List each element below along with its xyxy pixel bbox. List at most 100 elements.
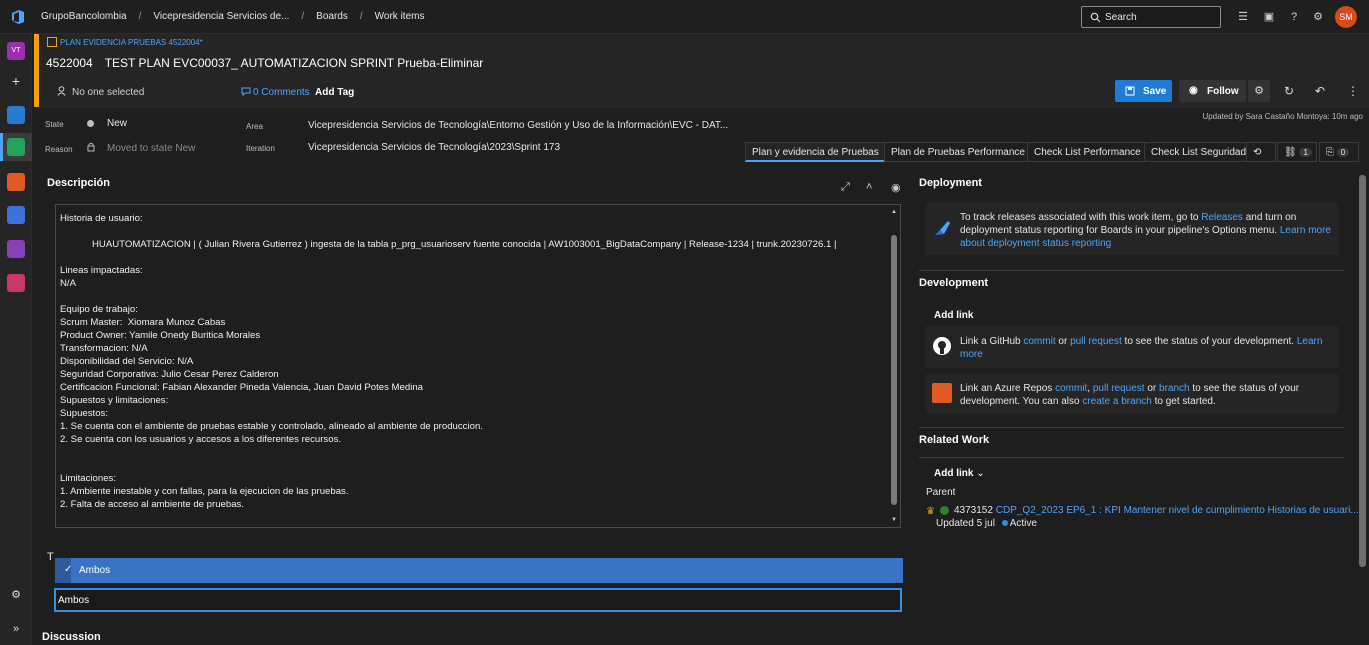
attachments-count: 0: [1336, 148, 1350, 157]
add-icon[interactable]: +: [7, 72, 25, 90]
parent-updated: Updated 5 jul: [936, 518, 995, 529]
save-icon: [1125, 86, 1135, 96]
state-label: State: [45, 120, 64, 129]
development-heading: Development: [919, 277, 989, 289]
project-settings-icon[interactable]: ⚙: [7, 586, 25, 604]
breadcrumb-org[interactable]: GrupoBancolombia: [41, 11, 127, 22]
combo-input[interactable]: Ambos: [54, 588, 902, 612]
refresh-icon[interactable]: ↻: [1284, 84, 1294, 98]
reason-field[interactable]: Moved to state New: [107, 143, 195, 154]
artifacts-icon[interactable]: [7, 274, 25, 292]
page-scrollbar[interactable]: [1358, 163, 1367, 645]
breadcrumb-project[interactable]: Vicepresidencia Servicios de...: [153, 11, 289, 22]
tab-plan-evidencia[interactable]: Plan y evidencia de Pruebas: [745, 142, 886, 162]
github-text-pre: Link a GitHub: [960, 336, 1024, 347]
github-card: Link a GitHub commit or pull request to …: [926, 326, 1338, 368]
iteration-field[interactable]: Vicepresidencia Servicios de Tecnología\…: [308, 142, 560, 153]
tab-links[interactable]: ⛓ 1: [1277, 142, 1317, 162]
expand-nav-icon[interactable]: »: [7, 620, 25, 638]
tab-plan-performance[interactable]: Plan de Pruebas Performance: [884, 142, 1032, 162]
dropdown-options: ✓ Ambos: [55, 558, 903, 583]
create-branch-link[interactable]: create a branch: [1082, 396, 1152, 407]
maximize-icon[interactable]: ⤢: [841, 181, 850, 194]
divider: [919, 457, 1344, 458]
description-editor[interactable]: Historia de usuario: HUAUTOMATIZACION | …: [55, 204, 901, 528]
reason-label: Reason: [45, 145, 73, 154]
azure-commit-link[interactable]: commit: [1055, 383, 1087, 394]
description-scrollbar[interactable]: ▲ ▼: [890, 207, 898, 525]
add-tag-button[interactable]: Add Tag: [315, 87, 354, 98]
parent-meta: Updated 5 jul Active: [936, 517, 1037, 530]
undo-icon[interactable]: ↶: [1315, 84, 1325, 98]
parent-title-link[interactable]: CDP_Q2_2023 EP6_1 : KPI Mantener nivel d…: [996, 505, 1359, 516]
project-avatar[interactable]: VT: [7, 42, 25, 60]
deployment-text-pre: To track releases associated with this w…: [960, 212, 1202, 223]
scroll-up-icon[interactable]: ▲: [891, 209, 897, 215]
marketplace-bag-icon[interactable]: ▣: [1262, 10, 1276, 24]
github-commit-link[interactable]: commit: [1023, 336, 1055, 347]
breadcrumb-work-items[interactable]: Work items: [375, 11, 425, 22]
azure-repos-text: Link an Azure Repos commit, pull request…: [960, 382, 1332, 408]
history-icon[interactable]: ⟲: [1246, 142, 1276, 162]
github-text-post: to see the status of your development.: [1121, 336, 1297, 347]
azure-branch-link[interactable]: branch: [1159, 383, 1190, 394]
collapse-chevron-icon[interactable]: ˄: [866, 181, 872, 193]
azure-text-post: to get started.: [1151, 396, 1216, 407]
task-list-icon[interactable]: ☰: [1236, 10, 1250, 24]
test-plans-icon[interactable]: [7, 240, 25, 258]
epic-icon: [940, 506, 949, 515]
scroll-down-icon[interactable]: ▼: [891, 517, 897, 523]
avatar[interactable]: SM: [1335, 6, 1357, 28]
releases-link[interactable]: Releases: [1201, 212, 1243, 223]
scroll-thumb[interactable]: [891, 235, 897, 505]
pipelines-icon[interactable]: [7, 206, 25, 224]
visibility-icon[interactable]: ◉: [891, 181, 901, 194]
more-actions-icon[interactable]: ⋮: [1347, 84, 1359, 98]
follow-button[interactable]: ◉ Follow: [1179, 80, 1246, 102]
parent-state: Active: [1009, 518, 1037, 529]
lock-icon: [87, 142, 95, 152]
save-button[interactable]: Save: [1115, 80, 1172, 102]
repos-icon[interactable]: [7, 173, 25, 191]
links-count: 1: [1299, 148, 1312, 157]
tab-attachments[interactable]: ⎘ 0: [1319, 142, 1359, 162]
help-icon[interactable]: ?: [1287, 10, 1301, 24]
work-item-id: 4522004: [46, 56, 93, 70]
rocket-icon: [935, 221, 950, 235]
link-icon: ⛓: [1284, 147, 1297, 158]
azure-pr-link[interactable]: pull request: [1093, 383, 1145, 394]
breadcrumb-boards[interactable]: Boards: [316, 11, 348, 22]
work-item-fields: Updated by Sara Castaño Montoya: 10m ago…: [39, 108, 1369, 162]
parent-id: 4373152: [954, 505, 993, 516]
breadcrumb-separator: /: [138, 11, 142, 22]
parent-item[interactable]: 4373152 CDP_Q2_2023 EP6_1 : KPI Mantener…: [954, 504, 1359, 517]
state-field[interactable]: New: [107, 118, 127, 129]
user-settings-icon[interactable]: ⚙: [1311, 10, 1325, 24]
attachment-icon: ⎘: [1326, 147, 1334, 158]
related-add-link-button[interactable]: Add link ⌄: [934, 468, 985, 479]
comment-icon: [241, 87, 251, 96]
dropdown-option-ambos[interactable]: Ambos: [79, 565, 110, 576]
area-field[interactable]: Vicepresidencia Servicios de Tecnología\…: [308, 120, 728, 131]
overview-icon[interactable]: [7, 106, 25, 124]
discussion-heading: Discussion: [42, 631, 101, 643]
parent-label: Parent: [926, 487, 956, 498]
search-box[interactable]: Search: [1081, 6, 1221, 28]
comments-link[interactable]: 0 Comments: [253, 87, 310, 98]
iteration-label: Iteration: [246, 144, 275, 153]
settings-gear-icon[interactable]: ⚙: [1248, 80, 1270, 102]
deployment-heading: Deployment: [919, 177, 982, 189]
github-pr-link[interactable]: pull request: [1070, 336, 1122, 347]
updated-by-text: Updated by Sara Castaño Montoya: 10m ago: [1202, 112, 1363, 121]
description-heading: Descripción: [47, 177, 110, 189]
azure-devops-logo-icon[interactable]: [10, 9, 26, 25]
assigned-to-field[interactable]: No one selected: [72, 87, 144, 98]
dev-add-link-button[interactable]: Add link: [934, 310, 973, 321]
page-scroll-thumb[interactable]: [1359, 175, 1366, 567]
boards-icon[interactable]: [7, 138, 25, 156]
follow-button-label: Follow: [1207, 86, 1239, 97]
tab-checklist-seguridad[interactable]: Check List Seguridad: [1144, 142, 1254, 162]
work-item-title-text[interactable]: TEST PLAN EVC00037_ AUTOMATIZACION SPRIN…: [105, 56, 484, 70]
work-item-title[interactable]: 4522004 TEST PLAN EVC00037_ AUTOMATIZACIO…: [46, 56, 483, 70]
tab-checklist-performance[interactable]: Check List Performance: [1027, 142, 1148, 162]
